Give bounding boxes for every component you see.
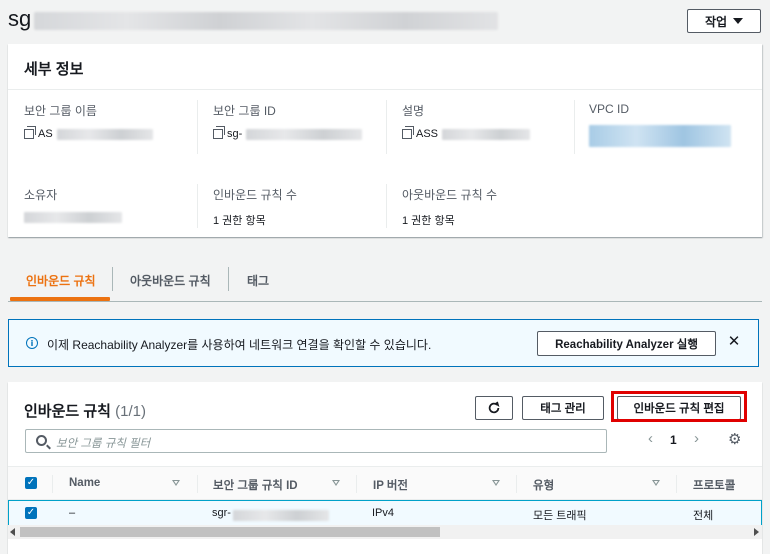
field-outbound-count: 아웃바운드 규칙 수 1 권한 항목	[402, 186, 497, 228]
caret-down-icon	[733, 18, 744, 24]
tab-inbound-rules[interactable]: 인바운드 규칙	[26, 259, 96, 301]
actions-button-label: 작업	[704, 14, 728, 29]
divider	[386, 184, 387, 228]
redacted-value	[246, 128, 363, 140]
tab-separator	[112, 267, 113, 291]
rules-title: 인바운드 규칙 (1/1)	[24, 400, 146, 421]
column-header-name[interactable]: Name	[69, 477, 100, 489]
select-all-checkbox[interactable]: ✓	[25, 477, 37, 489]
run-reachability-analyzer-button[interactable]: Reachability Analyzer 실행	[537, 331, 716, 356]
field-label: 인바운드 규칙 수	[213, 188, 297, 202]
redacted-value	[442, 128, 531, 140]
details-panel: 세부 정보 보안 그룹 이름 AS 보안 그룹 ID sg- 설명 ASS VP…	[8, 44, 762, 237]
field-value: 1 권한 항목	[213, 215, 266, 227]
rules-title-text: 인바운드 규칙	[24, 403, 111, 420]
tab-outbound-rules[interactable]: 아웃바운드 규칙	[130, 259, 211, 301]
divider	[386, 100, 387, 154]
prev-page-icon[interactable]: ‹	[648, 430, 653, 447]
field-sg-name: 보안 그룹 이름 AS	[24, 102, 153, 140]
active-tab-indicator	[10, 297, 110, 301]
close-icon[interactable]: ✕	[727, 334, 741, 349]
actions-button[interactable]: 작업	[687, 9, 761, 33]
field-sg-id: 보안 그룹 ID sg-	[213, 102, 363, 140]
table-row[interactable]: ✓ – sgr- IPv4 모든 트래픽 전체	[8, 500, 762, 526]
divider	[197, 100, 198, 154]
field-value: ASS	[416, 128, 439, 140]
field-label: 아웃바운드 규칙 수	[402, 188, 497, 202]
header: sg 작업	[0, 0, 770, 46]
refresh-button[interactable]	[475, 396, 513, 420]
column-separator	[516, 475, 517, 493]
column-header-ip-version[interactable]: IP 버전	[373, 477, 408, 493]
column-separator	[356, 475, 357, 493]
cell-name: –	[69, 507, 76, 519]
info-banner: i 이제 Reachability Analyzer를 사용하여 네트워크 연결…	[8, 319, 759, 367]
cell-protocol: 전체	[693, 510, 714, 522]
manage-tags-button[interactable]: 태그 관리	[522, 396, 604, 420]
field-value: sg-	[227, 128, 243, 140]
field-value: AS	[38, 128, 53, 140]
field-description: 설명 ASS	[402, 102, 531, 140]
field-inbound-count: 인바운드 규칙 수 1 권한 항목	[213, 186, 297, 228]
sort-icon[interactable]	[332, 480, 340, 486]
page-title: sg	[8, 6, 32, 31]
horizontal-scrollbar[interactable]	[8, 525, 762, 539]
scroll-right-icon[interactable]	[754, 528, 759, 536]
divider	[197, 184, 198, 228]
next-page-icon[interactable]: ›	[694, 430, 699, 447]
field-label: 보안 그룹 이름	[24, 104, 97, 118]
tab-bar: 인바운드 규칙 아웃바운드 규칙 태그	[8, 259, 762, 302]
vpc-id-link[interactable]	[589, 125, 731, 147]
filter-placeholder: 보안 그룹 규칙 필터	[56, 438, 151, 450]
field-owner: 소유자	[24, 186, 122, 223]
cell-rule-id: sgr-	[212, 507, 231, 519]
tab-tags[interactable]: 태그	[247, 259, 269, 301]
scroll-left-icon[interactable]	[10, 528, 15, 536]
sort-icon[interactable]	[172, 480, 180, 486]
column-header-protocol[interactable]: 프로토콜	[693, 477, 735, 493]
cell-type: 모든 트래픽	[533, 510, 587, 522]
divider	[574, 100, 575, 154]
column-header-rule-id[interactable]: 보안 그룹 규칙 ID	[213, 477, 298, 493]
column-header-type[interactable]: 유형	[533, 477, 554, 493]
column-separator	[676, 475, 677, 493]
copy-icon[interactable]	[213, 126, 225, 139]
banner-text: 이제 Reachability Analyzer를 사용하여 네트워크 연결을 …	[47, 338, 432, 352]
scrollbar-thumb[interactable]	[20, 527, 440, 537]
details-title: 세부 정보	[8, 44, 762, 90]
redacted-title	[34, 12, 498, 30]
gear-icon[interactable]: ⚙	[728, 432, 743, 447]
filter-input[interactable]: 보안 그룹 규칙 필터	[25, 429, 607, 453]
refresh-icon	[488, 401, 500, 414]
page-number[interactable]: 1	[670, 433, 677, 447]
tab-separator	[228, 267, 229, 291]
copy-icon[interactable]	[24, 126, 36, 139]
cell-ip-version: IPv4	[372, 507, 395, 519]
field-vpc-id: VPC ID	[589, 102, 731, 147]
search-icon	[36, 435, 47, 446]
highlight-box	[611, 391, 747, 422]
field-value: 1 권한 항목	[402, 215, 455, 227]
copy-icon[interactable]	[402, 126, 414, 139]
table-header: ✓ Name 보안 그룹 규칙 ID IP 버전 유형 프로토콜	[8, 466, 762, 500]
field-label: 설명	[402, 104, 425, 118]
redacted-value	[233, 510, 329, 521]
sort-icon[interactable]	[652, 480, 660, 486]
row-checkbox[interactable]: ✓	[25, 507, 37, 519]
field-label: 소유자	[24, 188, 58, 202]
field-label: VPC ID	[589, 102, 630, 116]
rules-count: (1/1)	[115, 403, 146, 420]
redacted-value	[56, 128, 153, 140]
sort-icon[interactable]	[492, 480, 500, 486]
info-icon: i	[26, 337, 38, 349]
column-separator	[52, 475, 53, 493]
column-separator	[197, 475, 198, 493]
redacted-value	[24, 212, 122, 223]
field-label: 보안 그룹 ID	[213, 104, 276, 118]
